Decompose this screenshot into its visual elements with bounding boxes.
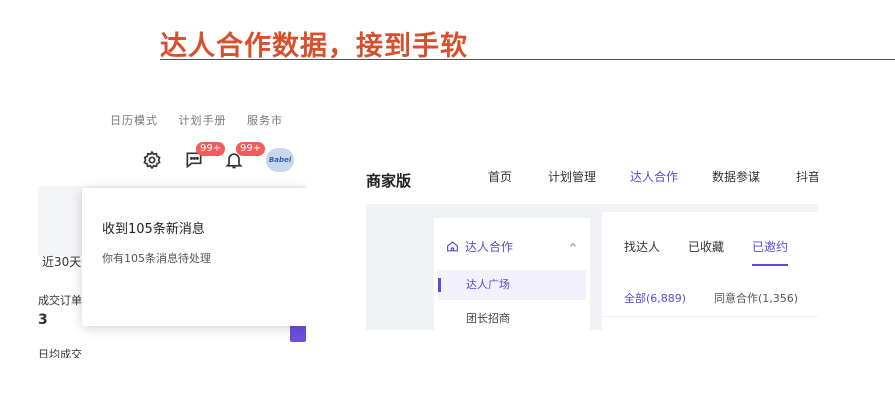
order-metric-value: 3 [38,312,48,328]
cut-menu-row: 日历模式 计划手册 服务市 [110,112,299,128]
range-label[interactable]: 近30天 [42,253,81,270]
chat-badge: 99+ [196,142,226,156]
house-icon [446,240,459,253]
sidebar-item-marketplace[interactable]: 达人广场 [438,270,586,300]
notification-screenshot: 日历模式 计划手册 服务市 99+ 99+ Babel 近30天 成交订单数 3… [38,108,306,358]
tab-invited[interactable]: 已邀约 [752,238,788,255]
popup-title: 收到105条新消息 [102,222,205,237]
nav-item-data[interactable]: 数据参谋 [712,168,760,185]
tab-find[interactable]: 找达人 [624,238,660,255]
notification-popup[interactable]: 收到105条新消息 你有105条消息待处理 [82,188,306,326]
title-divider [160,59,895,60]
main-panel: 找达人 已收藏 已邀约 全部(6,889) 同意合作(1,356) [602,212,818,330]
avatar-text: Babel [268,156,292,164]
panel-divider [602,316,818,317]
action-button[interactable] [290,324,306,342]
nav-item-plan[interactable]: 计划管理 [548,168,596,185]
slide-title: 达人合作数据，接到手软 [160,31,468,62]
tab-indicator [752,264,788,266]
sidebar-group-label: 达人合作 [465,240,514,254]
sidebar-active-marker [438,278,441,292]
chevron-up-icon[interactable] [568,240,578,250]
cooperation-screenshot: 商家版 首页 计划管理 达人合作 数据参谋 抖音 达人合作 达人广场 团长招商 … [366,148,818,330]
gear-icon[interactable] [140,148,164,172]
filter-agreed[interactable]: 同意合作(1,356) [714,290,798,306]
sidebar-group-cooperation[interactable]: 达人合作 [446,238,513,255]
avatar[interactable]: Babel [266,148,294,172]
sidebar: 达人合作 达人广场 团长招商 [434,218,590,330]
bell-badge: 99+ [236,142,266,156]
menu-item[interactable]: 计划手册 [179,114,227,127]
tab-favorites[interactable]: 已收藏 [688,238,724,255]
popup-subtitle: 你有105条消息待处理 [102,252,211,265]
menu-item[interactable]: 日历模式 [110,114,158,127]
brand-title: 商家版 [366,172,412,190]
bottom-metric-label: 日均成交 [38,348,82,358]
sidebar-item-recruit[interactable]: 团长招商 [438,304,586,330]
nav-item-home[interactable]: 首页 [488,168,512,185]
filter-all[interactable]: 全部(6,889) [624,290,686,306]
nav-item-cooperation[interactable]: 达人合作 [630,168,678,185]
menu-item[interactable]: 服务市 [247,114,283,127]
nav-item-douyin[interactable]: 抖音 [796,168,818,185]
